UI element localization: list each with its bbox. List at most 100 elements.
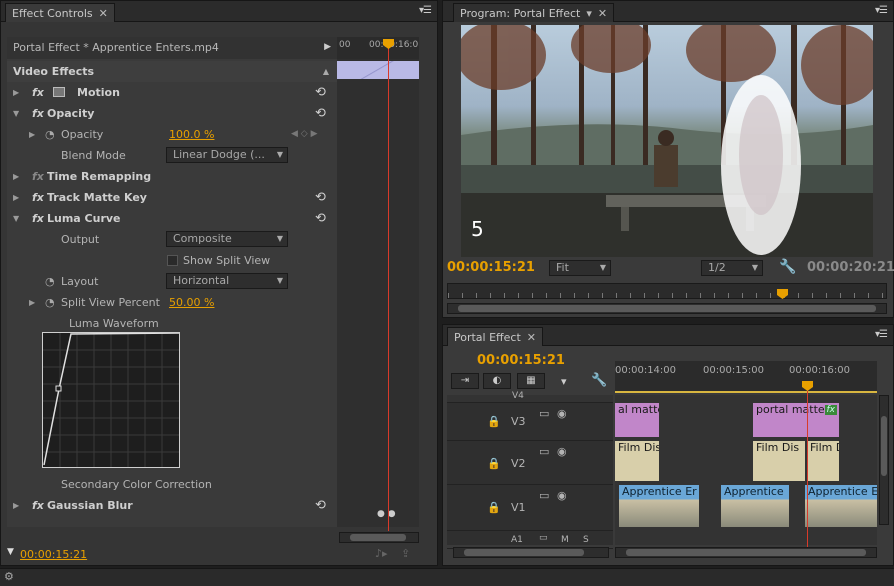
eye-icon[interactable]: ◉ bbox=[557, 489, 567, 502]
eye-icon[interactable]: ◉ bbox=[557, 407, 567, 420]
panel-menu-icon[interactable]: ▾☰ bbox=[875, 5, 888, 16]
expand-arrow-icon[interactable]: ▶ bbox=[13, 82, 19, 103]
program-scrollbar[interactable] bbox=[447, 303, 887, 314]
tab-sequence[interactable]: Portal Effect ✕ bbox=[447, 327, 543, 346]
panel-menu-icon[interactable]: ▾☰ bbox=[875, 329, 888, 340]
fx-icon[interactable]: fx bbox=[32, 208, 44, 229]
collapse-arrow-icon[interactable]: ▼ bbox=[13, 103, 19, 124]
opacity-value[interactable]: 100.0 % bbox=[169, 124, 214, 145]
timeline-vscroll[interactable] bbox=[879, 395, 889, 525]
close-icon[interactable]: ✕ bbox=[99, 7, 108, 20]
program-timecode[interactable]: 00:00:15:21 bbox=[447, 260, 535, 275]
output-dropdown[interactable]: Composite ▼ bbox=[166, 231, 288, 247]
clip-v3-matte-a[interactable]: al matte bbox=[615, 403, 659, 437]
effect-scrollbar[interactable] bbox=[339, 532, 419, 543]
fx-icon[interactable]: fx bbox=[32, 103, 44, 124]
export-icon[interactable]: ⇪ bbox=[401, 547, 410, 560]
fx-icon[interactable]: fx bbox=[32, 187, 44, 208]
timeline-playhead[interactable] bbox=[807, 383, 808, 547]
wrench-icon[interactable]: 🔧 bbox=[591, 373, 607, 388]
mute-toggle[interactable]: M bbox=[561, 535, 569, 545]
settings-icon[interactable]: ⚙ bbox=[4, 570, 14, 583]
film-icon[interactable]: ▭ bbox=[539, 489, 549, 502]
effect-status-bar: ▼ 00:00:15:21 ♪▸ ⇪ bbox=[1, 545, 437, 565]
tab-program[interactable]: Program: Portal Effect ▾ ✕ bbox=[453, 3, 615, 22]
program-scrub-ruler[interactable] bbox=[447, 283, 887, 299]
close-icon[interactable]: ✕ bbox=[527, 331, 536, 344]
effect-timeline-ruler: 00 00:00:16:0 bbox=[337, 37, 419, 59]
split-view-checkbox[interactable] bbox=[167, 255, 178, 266]
luma-waveform-graph[interactable] bbox=[42, 332, 180, 468]
stopwatch-icon[interactable]: ◔ bbox=[45, 292, 55, 313]
luma-curve-label: Luma Curve bbox=[47, 212, 121, 225]
clip-v3-matte-b[interactable]: portal matte fx bbox=[753, 403, 839, 437]
keyframe-nav-icon[interactable]: ◀ ◇ ▶ bbox=[291, 124, 318, 145]
audio-toggle-icon[interactable]: ♪▸ bbox=[375, 547, 388, 560]
reset-icon[interactable]: ⟲ bbox=[315, 82, 326, 103]
close-icon[interactable]: ✕ bbox=[598, 7, 607, 20]
dropdown-icon[interactable]: ▾ bbox=[586, 7, 592, 20]
lock-icon[interactable]: 🔒 bbox=[487, 457, 501, 470]
add-marker-tool-icon[interactable]: ▦ bbox=[517, 373, 545, 389]
effect-track-matte-key[interactable]: ▶ fx Track Matte Key ⟲ bbox=[7, 187, 337, 208]
effect-playhead[interactable] bbox=[388, 41, 389, 531]
tab-effect-controls[interactable]: Effect Controls ✕ bbox=[5, 3, 115, 22]
blend-mode-label: Blend Mode bbox=[61, 149, 126, 162]
reset-icon[interactable]: ⟲ bbox=[315, 187, 326, 208]
solo-toggle[interactable]: S bbox=[583, 535, 589, 545]
collapse-arrow-icon[interactable]: ▼ bbox=[13, 208, 19, 229]
marker-icon[interactable]: ▾ bbox=[561, 375, 567, 388]
effect-luma-curve[interactable]: ▼ fx Luma Curve ⟲ bbox=[7, 208, 337, 229]
stopwatch-icon[interactable]: ◔ bbox=[45, 271, 55, 292]
stopwatch-icon[interactable]: ◔ bbox=[45, 124, 55, 145]
clip-v2-film-b[interactable]: Film Dis bbox=[753, 441, 805, 481]
timeline-header-scroll[interactable] bbox=[453, 547, 609, 558]
program-video-frame[interactable]: 5 bbox=[461, 25, 873, 257]
clip-v1-apprentice-a[interactable]: Apprentice Er bbox=[619, 485, 699, 527]
reset-icon[interactable]: ⟲ bbox=[315, 495, 326, 516]
filter-icon[interactable]: ▼ bbox=[7, 547, 14, 557]
expand-arrow-icon[interactable]: ▶ bbox=[29, 292, 35, 313]
reset-icon[interactable]: ⟲ bbox=[315, 208, 326, 229]
effect-motion[interactable]: ▶ fx Motion ⟲ bbox=[7, 82, 337, 103]
film-icon[interactable]: ▭ bbox=[539, 533, 548, 543]
effect-timecode[interactable]: 00:00:15:21 bbox=[20, 548, 87, 561]
blend-mode-dropdown[interactable]: Linear Dodge (... ▼ bbox=[166, 147, 288, 163]
lock-icon[interactable]: 🔒 bbox=[487, 415, 501, 428]
clip-v2-film-a[interactable]: Film Dis bbox=[615, 441, 659, 481]
opacity-property: ▶ ◔ Opacity 100.0 % ◀ ◇ ▶ bbox=[7, 124, 337, 145]
split-percent-value[interactable]: 50.00 % bbox=[169, 292, 214, 313]
clip-v1-apprentice-c[interactable]: Apprentice E bbox=[805, 485, 877, 527]
output-property: Output Composite ▼ bbox=[7, 229, 337, 250]
expand-arrow-icon[interactable]: ▶ bbox=[29, 124, 35, 145]
effect-opacity[interactable]: ▼ fx Opacity ⟲ bbox=[7, 103, 337, 124]
expand-arrow-icon[interactable]: ▶ bbox=[13, 495, 19, 516]
expand-arrow-icon[interactable]: ▶ bbox=[13, 187, 19, 208]
resolution-dropdown[interactable]: 1/2 ▼ bbox=[701, 260, 763, 276]
collapse-icon[interactable]: ▲ bbox=[323, 61, 329, 82]
timeline-hscroll[interactable] bbox=[615, 547, 877, 558]
clip-v1-apprentice-b[interactable]: Apprentice bbox=[721, 485, 789, 527]
reset-icon[interactable]: ⟲ bbox=[315, 103, 326, 124]
lock-icon[interactable]: 🔒 bbox=[487, 501, 501, 514]
eye-icon[interactable]: ◉ bbox=[557, 445, 567, 458]
clip-v2-film-c[interactable]: Film D bbox=[807, 441, 839, 481]
fx-icon[interactable]: fx bbox=[32, 82, 44, 103]
effect-time-remapping[interactable]: ▶ fx Time Remapping bbox=[7, 166, 337, 187]
play-icon[interactable]: ▶ bbox=[324, 37, 331, 58]
effect-gaussian-blur[interactable]: ▶ fx Gaussian Blur ⟲ bbox=[7, 495, 337, 516]
secondary-cc-label: Secondary Color Correction bbox=[61, 478, 212, 491]
clip-label: Apprentice bbox=[724, 485, 784, 498]
timeline-ruler[interactable]: 00:00:14:00 00:00:15:00 00:00:16:00 bbox=[615, 361, 877, 393]
wrench-icon[interactable]: 🔧 bbox=[779, 259, 796, 275]
snap-tool-icon[interactable]: ⇥ bbox=[451, 373, 479, 389]
panel-menu-icon[interactable]: ▾☰ bbox=[419, 5, 432, 16]
film-icon[interactable]: ▭ bbox=[539, 445, 549, 458]
film-icon[interactable]: ▭ bbox=[539, 407, 549, 420]
fit-dropdown[interactable]: Fit ▼ bbox=[549, 260, 611, 276]
linked-selection-icon[interactable]: ◐ bbox=[483, 373, 511, 389]
layout-dropdown[interactable]: Horizontal ▼ bbox=[166, 273, 288, 289]
fx-icon[interactable]: fx bbox=[32, 495, 44, 516]
timeline-timecode[interactable]: 00:00:15:21 bbox=[477, 353, 565, 368]
expand-arrow-icon[interactable]: ▶ bbox=[13, 166, 19, 187]
